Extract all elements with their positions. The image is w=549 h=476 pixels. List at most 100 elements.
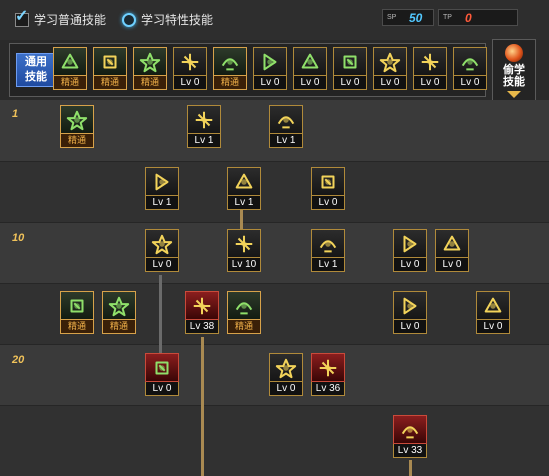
general-skill-2[interactable]: 精通 bbox=[93, 47, 127, 91]
general-skills-label-2: 技能 bbox=[25, 71, 47, 83]
row-divider bbox=[0, 283, 549, 284]
skill-level-label: Lv 0 bbox=[393, 258, 427, 272]
steal-skills-label-2: 技能 bbox=[503, 76, 525, 88]
skill-level-label: Lv 1 bbox=[227, 196, 261, 210]
skill-level-label: Lv 0 bbox=[173, 76, 207, 90]
skill-icon bbox=[293, 47, 327, 76]
skill-icon bbox=[102, 291, 136, 320]
skill-icon bbox=[393, 291, 427, 320]
skill-icon bbox=[311, 229, 345, 258]
general-skill-5[interactable]: 精通 bbox=[213, 47, 247, 91]
skill-level-label: Lv 0 bbox=[413, 76, 447, 90]
general-skill-8[interactable]: Lv 0 bbox=[333, 47, 367, 91]
checkmark-icon: ✓ bbox=[15, 7, 29, 25]
tree-skill-r5-c[interactable]: Lv 36 bbox=[311, 353, 345, 397]
general-skill-10[interactable]: Lv 0 bbox=[413, 47, 447, 91]
skill-icon bbox=[185, 291, 219, 320]
skill-level-label: Lv 1 bbox=[145, 196, 179, 210]
chevron-down-icon bbox=[507, 91, 521, 98]
skill-level-label: 精通 bbox=[102, 320, 136, 334]
normal-skills-label: 学习普通技能 bbox=[34, 13, 107, 27]
skill-icon bbox=[253, 47, 287, 76]
tree-skill-r3-c[interactable]: Lv 1 bbox=[311, 229, 345, 273]
skill-level-label: Lv 1 bbox=[187, 134, 221, 148]
normal-skills-option[interactable]: ✓ 学习普通技能 bbox=[15, 8, 107, 28]
skill-level-label: Lv 0 bbox=[393, 320, 427, 334]
skill-connector bbox=[201, 337, 204, 476]
skill-level-label: Lv 0 bbox=[253, 76, 287, 90]
tree-skill-r4-e[interactable]: Lv 0 bbox=[393, 291, 427, 335]
skill-level-label: Lv 0 bbox=[145, 258, 179, 272]
tree-skill-r2-b[interactable]: Lv 1 bbox=[227, 167, 261, 211]
skill-level-label: Lv 0 bbox=[311, 196, 345, 210]
general-skill-1[interactable]: 精通 bbox=[53, 47, 87, 91]
skill-level-label: 精通 bbox=[53, 76, 87, 90]
skill-connector bbox=[159, 275, 162, 355]
skill-icon bbox=[173, 47, 207, 76]
skill-level-label: 精通 bbox=[60, 134, 94, 148]
skill-icon bbox=[333, 47, 367, 76]
skill-level-label: Lv 1 bbox=[311, 258, 345, 272]
skill-icon bbox=[435, 229, 469, 258]
skill-icon bbox=[227, 229, 261, 258]
tree-skill-r4-c[interactable]: Lv 38 bbox=[185, 291, 219, 335]
level-marker: 20 bbox=[12, 354, 25, 366]
tree-skill-r3-a[interactable]: Lv 0 bbox=[145, 229, 179, 273]
skill-icon bbox=[393, 229, 427, 258]
tree-skill-r1-c[interactable]: Lv 1 bbox=[269, 105, 303, 149]
row-divider bbox=[0, 405, 549, 406]
skill-icon bbox=[93, 47, 127, 76]
general-skill-4[interactable]: Lv 0 bbox=[173, 47, 207, 91]
tree-skill-r1-b[interactable]: Lv 1 bbox=[187, 105, 221, 149]
tp-counter: TP 0 bbox=[438, 9, 518, 26]
general-skill-6[interactable]: Lv 0 bbox=[253, 47, 287, 91]
general-skill-11[interactable]: Lv 0 bbox=[453, 47, 487, 91]
normal-skills-checkbox[interactable]: ✓ bbox=[15, 8, 29, 27]
skill-level-label: 精通 bbox=[133, 76, 167, 90]
general-skill-9[interactable]: Lv 0 bbox=[373, 47, 407, 91]
tree-skill-r2-a[interactable]: Lv 1 bbox=[145, 167, 179, 211]
trait-skills-option[interactable]: 学习特性技能 bbox=[122, 11, 213, 28]
tree-skill-r6-a[interactable]: Lv 33 bbox=[393, 415, 427, 459]
trait-skills-radio[interactable] bbox=[122, 12, 136, 27]
skill-level-label: Lv 0 bbox=[373, 76, 407, 90]
trait-skills-label: 学习特性技能 bbox=[141, 13, 214, 27]
skill-icon bbox=[227, 167, 261, 196]
tp-label: TP bbox=[443, 14, 452, 21]
tree-skill-r2-c[interactable]: Lv 0 bbox=[311, 167, 345, 211]
skill-icon bbox=[133, 47, 167, 76]
skill-icon bbox=[393, 415, 427, 444]
skill-level-label: 精通 bbox=[213, 76, 247, 90]
skill-icon bbox=[187, 105, 221, 134]
skill-icon bbox=[453, 47, 487, 76]
skill-connector bbox=[409, 460, 412, 476]
general-skill-7[interactable]: Lv 0 bbox=[293, 47, 327, 91]
skill-level-label: Lv 1 bbox=[269, 134, 303, 148]
skill-icon bbox=[311, 167, 345, 196]
tree-skill-r1-a[interactable]: 精通 bbox=[60, 105, 94, 149]
skill-level-label: 精通 bbox=[93, 76, 127, 90]
skill-icon bbox=[213, 47, 247, 76]
tree-skill-r4-f[interactable]: Lv 0 bbox=[476, 291, 510, 335]
top-bar: ✓ 学习普通技能 学习特性技能 SP 50 TP 0 bbox=[0, 0, 549, 40]
general-skills-tab[interactable]: 通用 技能 bbox=[16, 53, 56, 87]
skill-icon bbox=[373, 47, 407, 76]
general-skills-label-1: 通用 bbox=[25, 56, 47, 68]
tree-skill-r3-e[interactable]: Lv 0 bbox=[435, 229, 469, 273]
tree-skill-r5-b[interactable]: Lv 0 bbox=[269, 353, 303, 397]
tree-row-band bbox=[0, 161, 549, 222]
skill-icon bbox=[227, 291, 261, 320]
skill-icon bbox=[311, 353, 345, 382]
tree-skill-r5-a[interactable]: Lv 0 bbox=[145, 353, 179, 397]
general-skill-3[interactable]: 精通 bbox=[133, 47, 167, 91]
row-divider bbox=[0, 344, 549, 345]
tree-skill-r3-d[interactable]: Lv 0 bbox=[393, 229, 427, 273]
tree-skill-r4-a[interactable]: 精通 bbox=[60, 291, 94, 335]
tree-skill-r3-b[interactable]: Lv 10 bbox=[227, 229, 261, 273]
sp-value: 50 bbox=[409, 10, 423, 25]
level-marker: 10 bbox=[12, 232, 25, 244]
tree-skill-r4-d[interactable]: 精通 bbox=[227, 291, 261, 335]
tree-skill-r4-b[interactable]: 精通 bbox=[102, 291, 136, 335]
steal-skills-button[interactable]: 偷学 技能 bbox=[492, 39, 536, 101]
skill-level-label: Lv 0 bbox=[333, 76, 367, 90]
